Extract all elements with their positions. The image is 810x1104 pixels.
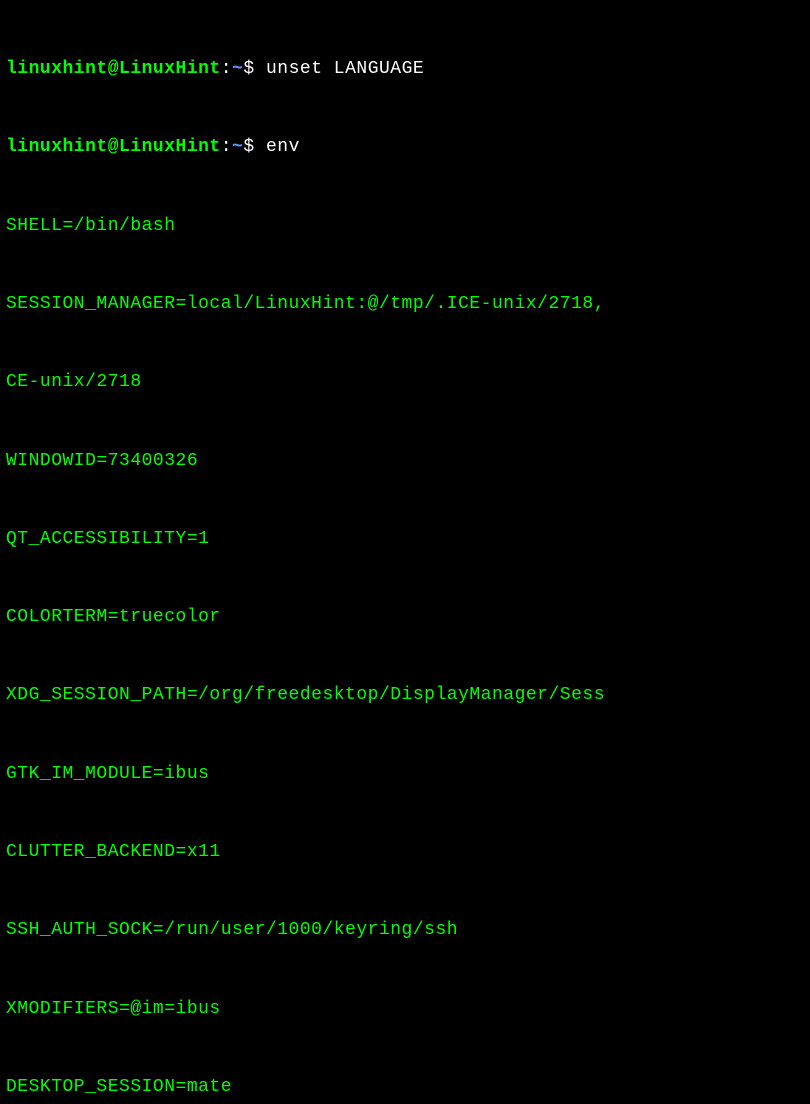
env-var-line: XDG_SESSION_PATH=/org/freedesktop/Displa… <box>6 682 804 708</box>
prompt-sep: : <box>221 137 232 157</box>
command-2: env <box>266 137 300 157</box>
prompt-line-2: linuxhint@LinuxHint:~$ env <box>6 134 804 160</box>
prompt-sep: : <box>221 59 232 79</box>
prompt-path: ~ <box>232 59 243 79</box>
prompt-dollar: $ <box>243 137 254 157</box>
prompt-user: linuxhint@LinuxHint <box>6 59 221 79</box>
command-1: unset LANGUAGE <box>266 59 424 79</box>
env-var-line: XMODIFIERS=@im=ibus <box>6 996 804 1022</box>
prompt-dollar: $ <box>243 59 254 79</box>
prompt-line-1: linuxhint@LinuxHint:~$ unset LANGUAGE <box>6 56 804 82</box>
env-var-line: WINDOWID=73400326 <box>6 448 804 474</box>
env-var-line: DESKTOP_SESSION=mate <box>6 1074 804 1100</box>
env-var-line: CE-unix/2718 <box>6 369 804 395</box>
prompt-user: linuxhint@LinuxHint <box>6 137 221 157</box>
terminal-output[interactable]: linuxhint@LinuxHint:~$ unset LANGUAGE li… <box>6 4 804 1104</box>
env-var-line: COLORTERM=truecolor <box>6 604 804 630</box>
env-var-line: SSH_AUTH_SOCK=/run/user/1000/keyring/ssh <box>6 917 804 943</box>
env-var-line: QT_ACCESSIBILITY=1 <box>6 526 804 552</box>
env-var-line: SESSION_MANAGER=local/LinuxHint:@/tmp/.I… <box>6 291 804 317</box>
env-var-line: GTK_IM_MODULE=ibus <box>6 761 804 787</box>
env-var-line: CLUTTER_BACKEND=x11 <box>6 839 804 865</box>
env-var-line: SHELL=/bin/bash <box>6 213 804 239</box>
prompt-path: ~ <box>232 137 243 157</box>
